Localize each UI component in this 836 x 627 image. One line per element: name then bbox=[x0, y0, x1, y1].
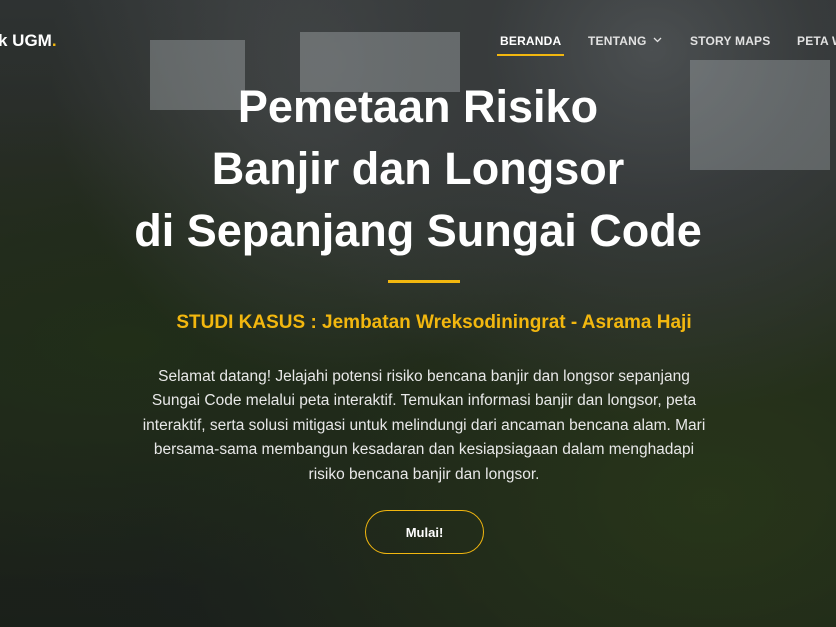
hero-title-line: Pemetaan Risiko bbox=[237, 81, 599, 132]
nav-item-tentang[interactable]: TENTANG bbox=[588, 34, 662, 48]
hero-title: Pemetaan Risiko Banjir dan Longsor di Se… bbox=[0, 76, 836, 262]
start-button[interactable]: Mulai! bbox=[365, 510, 484, 554]
hero-title-line: di Sepanjang Sungai Code bbox=[134, 205, 702, 256]
top-navbar: k UGM. BERANDA TENTANG STORY MAPS PETA W bbox=[0, 0, 836, 84]
nav-item-tentang-label: TENTANG bbox=[588, 34, 647, 48]
site-logo[interactable]: k UGM. bbox=[0, 31, 57, 51]
nav-item-peta[interactable]: PETA W bbox=[797, 34, 836, 48]
hero-subtitle: STUDI KASUS : Jembatan Wreksodiningrat -… bbox=[176, 312, 692, 333]
hero-intro-text: Selamat datang! Jelajahi potensi risiko … bbox=[142, 368, 706, 483]
title-divider bbox=[388, 280, 460, 283]
nav-item-story-maps[interactable]: STORY MAPS bbox=[690, 34, 770, 48]
nav-item-beranda[interactable]: BERANDA bbox=[496, 34, 565, 56]
hero-title-line: Banjir dan Longsor bbox=[211, 143, 625, 194]
site-logo-dot: . bbox=[51, 31, 57, 50]
site-logo-text: k UGM bbox=[0, 31, 52, 50]
chevron-down-icon bbox=[653, 37, 661, 43]
